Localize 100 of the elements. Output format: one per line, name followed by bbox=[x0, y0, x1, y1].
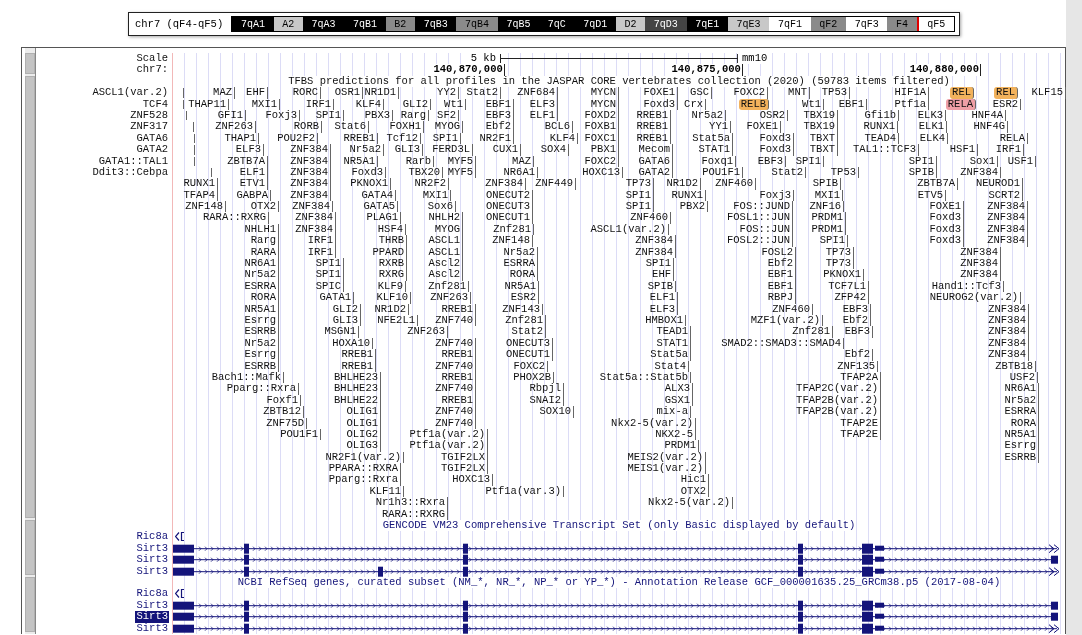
tfbs-label[interactable]: HMBOX1 bbox=[643, 315, 686, 327]
tfbs-label[interactable]: IRF1 bbox=[993, 144, 1024, 156]
tfbs-label[interactable]: RARA bbox=[248, 246, 279, 259]
tfbs-label[interactable]: EBF1 bbox=[483, 98, 514, 110]
tfbs-label[interactable]: NHLH2 bbox=[426, 212, 463, 224]
tfbs-label[interactable]: EBF3 bbox=[842, 326, 873, 338]
tfbs-label[interactable]: MYF5 bbox=[445, 166, 476, 179]
tfbs-label[interactable]: ZNF384 bbox=[293, 212, 336, 224]
tfbs-label[interactable]: ELK3 bbox=[915, 109, 946, 122]
chromosome-band[interactable]: A2 bbox=[273, 17, 303, 31]
tfbs-label[interactable]: FOXC1 bbox=[582, 132, 619, 145]
tfbs-label[interactable]: RREB1 bbox=[634, 132, 671, 145]
tfbs-label[interactable]: YY2 bbox=[435, 87, 459, 99]
tfbs-label[interactable]: FOXE1 bbox=[744, 121, 781, 133]
tfbs-label[interactable]: RELA bbox=[997, 132, 1028, 145]
tfbs-label[interactable]: ZFP42 bbox=[832, 292, 869, 304]
tfbs-label[interactable]: Nr5a2 bbox=[242, 269, 279, 281]
tfbs-label[interactable]: PHOX2B bbox=[511, 371, 554, 384]
tfbs-label[interactable]: RELA bbox=[945, 98, 976, 110]
tfbs-label[interactable]: ZNF384 bbox=[986, 303, 1029, 315]
tfbs-label[interactable]: SOX10 bbox=[537, 406, 574, 418]
tfbs-label[interactable]: BHLHE23 bbox=[331, 371, 381, 384]
gene-label[interactable]: Ric8a bbox=[135, 588, 169, 600]
tfbs-label[interactable]: TFAP2E bbox=[838, 428, 881, 441]
tfbs-label[interactable]: ESRRB bbox=[242, 326, 279, 338]
tfbs-label[interactable]: THAP1 bbox=[222, 132, 259, 145]
gene-label[interactable]: Sirt3 bbox=[135, 611, 169, 623]
tfbs-label[interactable]: GATA5 bbox=[361, 201, 398, 213]
tfbs-label[interactable]: RORC bbox=[290, 87, 321, 99]
tfbs-label[interactable]: Rbpjl bbox=[527, 383, 564, 395]
tfbs-label[interactable]: Ebf2 bbox=[483, 121, 514, 133]
tfbs-label[interactable]: ELF1 bbox=[527, 109, 558, 122]
tfbs-label[interactable]: Foxd3 bbox=[757, 132, 794, 145]
tfbs-label[interactable]: ZNF384 bbox=[958, 166, 1001, 179]
tfbs-label[interactable]: RREB1 bbox=[439, 303, 476, 315]
tfbs-label[interactable]: ZNF384 bbox=[985, 223, 1028, 236]
tfbs-label[interactable]: TEAD4 bbox=[862, 132, 899, 145]
tfbs-label[interactable]: RREB1 bbox=[439, 371, 476, 384]
tfbs-label[interactable]: FOXB1 bbox=[582, 121, 619, 133]
tfbs-label[interactable]: OLIG2 bbox=[344, 428, 381, 441]
tfbs-label[interactable]: SPI1 bbox=[623, 201, 654, 213]
tfbs-label[interactable]: OTX2 bbox=[678, 485, 709, 498]
tfbs-tick[interactable] bbox=[194, 156, 195, 166]
track-label[interactable]: ASCL1(var.2) bbox=[91, 87, 169, 99]
tfbs-label[interactable]: USF1 bbox=[1005, 155, 1036, 167]
tfbs-label[interactable]: Foxd3 bbox=[927, 235, 964, 247]
tfbs-label[interactable]: Znf281 bbox=[503, 315, 546, 327]
tfbs-label[interactable]: EHF bbox=[244, 87, 268, 99]
tfbs-label[interactable]: TFAP2A bbox=[838, 371, 881, 384]
tfbs-label[interactable]: EBF3 bbox=[840, 303, 871, 315]
tfbs-label[interactable]: Ebf2 bbox=[842, 349, 873, 361]
tfbs-label[interactable]: TAL1::TCF3 bbox=[851, 144, 919, 156]
tfbs-label[interactable]: BHLHE22 bbox=[331, 394, 381, 407]
tfbs-label[interactable]: PBX2 bbox=[677, 201, 708, 213]
tfbs-label[interactable]: FOSL1::JUN bbox=[725, 212, 793, 224]
tfbs-label[interactable]: MYOG bbox=[432, 223, 463, 236]
tfbs-label[interactable]: SPIB bbox=[810, 178, 841, 190]
tfbs-label[interactable]: Tcf12 bbox=[384, 132, 421, 145]
tfbs-label[interactable]: ZNF75D bbox=[264, 417, 307, 429]
tfbs-label[interactable]: ZNF384 bbox=[985, 201, 1028, 213]
tfbs-label[interactable]: Foxj3 bbox=[263, 109, 300, 122]
tfbs-label[interactable]: ASCL1 bbox=[426, 235, 463, 247]
tfbs-label[interactable]: OSR2 bbox=[757, 109, 788, 122]
tfbs-label[interactable]: FOXE1 bbox=[927, 201, 964, 213]
tfbs-label[interactable]: OLIG1 bbox=[344, 417, 381, 429]
tfbs-label[interactable]: FOXC2 bbox=[582, 155, 619, 167]
gene-label[interactable]: Ric8a bbox=[135, 531, 169, 543]
tfbs-label[interactable]: Ascl2 bbox=[426, 258, 463, 270]
tfbs-label[interactable]: ELF1 bbox=[237, 166, 268, 179]
tfbs-label[interactable]: Nkx2-5(var.2) bbox=[646, 497, 733, 509]
tfbs-label[interactable]: Foxf1 bbox=[264, 394, 301, 407]
tfbs-label[interactable]: SNAI2 bbox=[527, 394, 564, 407]
tfbs-label[interactable]: NKX2-5 bbox=[653, 428, 696, 441]
tfbs-label[interactable]: ESRRA bbox=[242, 280, 279, 293]
tfbs-label[interactable]: Foxd3 bbox=[757, 144, 794, 156]
tfbs-label[interactable]: Stat5a bbox=[690, 132, 733, 145]
tfbs-label[interactable]: PRDM1 bbox=[809, 212, 846, 224]
chromosome-band[interactable]: 7qB3 bbox=[415, 17, 457, 31]
tfbs-label[interactable]: ELF3 bbox=[527, 98, 558, 110]
tfbs-label[interactable]: ZNF740 bbox=[433, 406, 476, 418]
tfbs-label[interactable]: GATA2 bbox=[636, 166, 673, 179]
tfbs-label[interactable]: ZNF384 bbox=[986, 315, 1029, 327]
tfbs-label[interactable]: ZNF460 bbox=[628, 212, 671, 224]
tfbs-label[interactable]: RREB1 bbox=[439, 349, 476, 361]
tfbs-label[interactable]: NR6A1 bbox=[501, 166, 538, 179]
tfbs-label[interactable]: Rarg bbox=[248, 235, 279, 247]
tfbs-label[interactable]: ZNF148 bbox=[490, 235, 533, 247]
tfbs-label[interactable]: RUNX1 bbox=[861, 121, 898, 133]
tfbs-label[interactable]: Nr1h3::Rxra bbox=[373, 497, 448, 509]
track-label[interactable]: GATA1::TAL1 bbox=[97, 155, 169, 167]
tfbs-label[interactable]: TFAP2C(var.2) bbox=[794, 383, 881, 395]
tfbs-label[interactable]: THRB bbox=[376, 235, 407, 247]
tfbs-label[interactable]: POU2F2 bbox=[275, 132, 318, 145]
tfbs-label[interactable]: Nr5a2 bbox=[689, 109, 726, 122]
tfbs-label[interactable]: NR5A1 bbox=[502, 280, 539, 293]
tfbs-label[interactable]: BHLHE23 bbox=[331, 383, 381, 395]
tfbs-label[interactable]: POU1F1 bbox=[700, 166, 743, 179]
tfbs-label[interactable]: SPI1 bbox=[313, 269, 344, 281]
tfbs-label[interactable]: PKNOX1 bbox=[821, 269, 864, 281]
tfbs-label[interactable]: GSC bbox=[688, 87, 712, 99]
